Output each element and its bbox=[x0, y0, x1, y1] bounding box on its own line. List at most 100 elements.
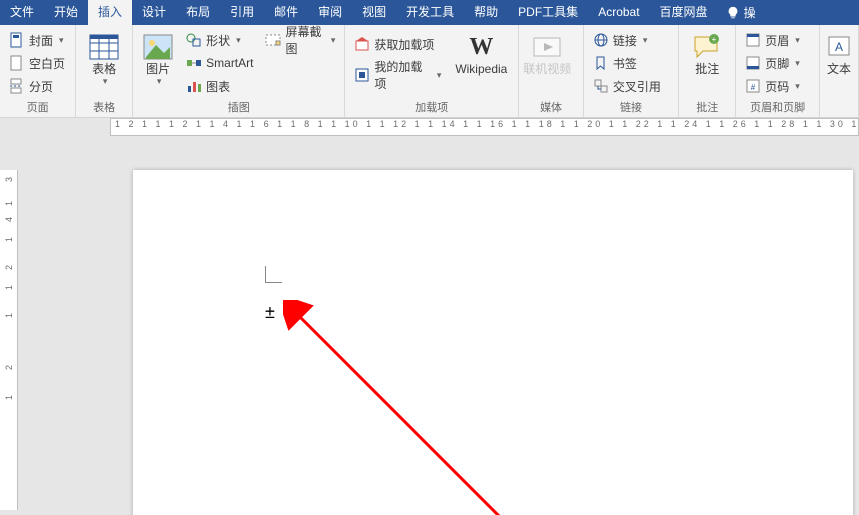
bulb-icon bbox=[726, 6, 740, 20]
group-label-pages: 页面 bbox=[5, 101, 70, 117]
cover-page-icon bbox=[9, 32, 25, 48]
chevron-down-icon: ▾ bbox=[59, 35, 64, 46]
chevron-down-icon: ▾ bbox=[795, 81, 800, 92]
chevron-down-icon: ▾ bbox=[103, 76, 108, 87]
cover-page-label: 封面 bbox=[29, 32, 53, 49]
page-break-button[interactable]: 分页 bbox=[5, 75, 69, 97]
document-text[interactable]: ± bbox=[265, 302, 275, 323]
group-label-illus: 插图 bbox=[138, 101, 339, 117]
horizontal-ruler[interactable]: 1 2 1 1 1 2 1 1 4 1 1 6 1 1 8 1 1 10 1 1… bbox=[110, 118, 859, 136]
header-button[interactable]: 页眉▾ bbox=[741, 29, 804, 51]
chevron-down-icon: ▾ bbox=[331, 35, 336, 46]
group-label-tables: 表格 bbox=[81, 101, 127, 117]
vertical-ruler-ticks: 314 121 121 bbox=[0, 170, 17, 510]
menu-tab-layout[interactable]: 布局 bbox=[176, 0, 220, 25]
annotation-arrow bbox=[283, 300, 633, 515]
chevron-down-icon: ▾ bbox=[795, 58, 800, 69]
group-label-addins: 加载项 bbox=[350, 101, 513, 117]
chevron-down-icon: ▾ bbox=[643, 35, 648, 46]
menu-tab-view[interactable]: 视图 bbox=[352, 0, 396, 25]
page-number-button[interactable]: # 页码 ▾ bbox=[741, 75, 804, 97]
footer-icon bbox=[745, 55, 761, 71]
link-icon bbox=[593, 32, 609, 48]
link-button[interactable]: 链接▾ bbox=[589, 29, 665, 51]
menu-tab-ref[interactable]: 引用 bbox=[220, 0, 264, 25]
chart-button[interactable]: 图表 bbox=[182, 75, 257, 97]
picture-icon bbox=[142, 31, 174, 63]
pictures-label: 图片 bbox=[146, 63, 170, 76]
watermark-main: Baidu 经验 bbox=[743, 464, 849, 489]
page-number-label: 页码 bbox=[765, 78, 789, 95]
smartart-icon bbox=[186, 55, 202, 71]
chart-label: 图表 bbox=[206, 78, 230, 95]
shapes-icon bbox=[186, 32, 202, 48]
wikipedia-button[interactable]: W Wikipedia bbox=[449, 29, 513, 76]
shapes-button[interactable]: 形状 ▾ bbox=[182, 29, 257, 51]
cross-ref-button[interactable]: 交叉引用 bbox=[589, 75, 665, 97]
get-addins-label: 获取加载项 bbox=[374, 36, 434, 53]
smartart-label: SmartArt bbox=[206, 56, 253, 70]
watermark: Baidu 经验 jingyan.baidu.com bbox=[743, 459, 849, 505]
text-box-button[interactable]: A 文本 bbox=[825, 29, 853, 76]
chevron-down-icon: ▾ bbox=[236, 35, 241, 46]
smartart-button[interactable]: SmartArt bbox=[182, 52, 257, 74]
header-label: 页眉 bbox=[765, 32, 789, 49]
chevron-down-icon: ▾ bbox=[157, 76, 162, 87]
svg-text:A: A bbox=[835, 40, 843, 54]
page-break-label: 分页 bbox=[29, 78, 53, 95]
cross-ref-icon bbox=[593, 78, 609, 94]
online-video-button[interactable]: 联机视频 bbox=[524, 29, 570, 76]
page-break-icon bbox=[9, 78, 25, 94]
table-label: 表格 bbox=[92, 63, 116, 76]
group-label-links: 链接 bbox=[589, 101, 673, 117]
menu-bar: 文件 开始 插入 设计 布局 引用 邮件 审阅 视图 开发工具 帮助 PDF工具… bbox=[0, 0, 859, 25]
addins-icon bbox=[354, 67, 370, 83]
bookmark-icon bbox=[593, 55, 609, 71]
tell-me-label: 操 bbox=[744, 4, 756, 21]
comment-button[interactable]: + 批注 bbox=[684, 29, 730, 76]
text-box-label: 文本 bbox=[827, 63, 851, 76]
page-number-icon: # bbox=[745, 78, 761, 94]
cover-page-button[interactable]: 封面 ▾ bbox=[5, 29, 69, 51]
get-addins-button[interactable]: 获取加载项 bbox=[350, 29, 445, 59]
menu-tab-insert[interactable]: 插入 bbox=[88, 0, 132, 25]
blank-page-label: 空白页 bbox=[29, 55, 65, 72]
bookmark-button[interactable]: 书签 bbox=[589, 52, 665, 74]
menu-tab-start[interactable]: 开始 bbox=[44, 0, 88, 25]
menu-tab-acrobat[interactable]: Acrobat bbox=[588, 0, 649, 25]
watermark-sub: jingyan.baidu.com bbox=[743, 491, 849, 505]
menu-tab-help[interactable]: 帮助 bbox=[464, 0, 508, 25]
svg-text:#: # bbox=[751, 83, 756, 92]
video-icon bbox=[531, 31, 563, 63]
table-icon bbox=[88, 31, 120, 63]
header-icon bbox=[745, 32, 761, 48]
my-addins-button[interactable]: 我的加载项▾ bbox=[350, 60, 445, 90]
comment-icon: + bbox=[691, 31, 723, 63]
screenshot-button[interactable]: 屏幕截图▾ bbox=[261, 29, 339, 51]
document-area[interactable]: ± Baidu 经验 jingyan.baidu.com bbox=[20, 137, 859, 515]
screenshot-icon bbox=[265, 32, 281, 48]
shapes-label: 形状 bbox=[206, 32, 230, 49]
footer-button[interactable]: 页脚 ▾ bbox=[741, 52, 804, 74]
tell-me[interactable]: 操 bbox=[718, 4, 764, 21]
online-video-label: 联机视频 bbox=[523, 63, 571, 76]
ruler-ticks: 1 2 1 1 1 2 1 1 4 1 1 6 1 1 8 1 1 10 1 1… bbox=[111, 119, 859, 129]
menu-tab-design[interactable]: 设计 bbox=[132, 0, 176, 25]
footer-label: 页脚 bbox=[765, 55, 789, 72]
chevron-down-icon: ▾ bbox=[437, 70, 442, 81]
menu-tab-pdf[interactable]: PDF工具集 bbox=[508, 0, 588, 25]
menu-file[interactable]: 文件 bbox=[0, 0, 44, 25]
table-button[interactable]: 表格 ▾ bbox=[81, 29, 127, 87]
chart-icon bbox=[186, 78, 202, 94]
vertical-ruler[interactable]: 314 121 121 bbox=[0, 170, 18, 510]
menu-tab-baidu[interactable]: 百度网盘 bbox=[650, 0, 718, 25]
svg-text:+: + bbox=[712, 35, 717, 44]
menu-tab-mail[interactable]: 邮件 bbox=[264, 0, 308, 25]
menu-tab-review[interactable]: 审阅 bbox=[308, 0, 352, 25]
pictures-button[interactable]: 图片 ▾ bbox=[138, 29, 178, 87]
menu-tab-dev[interactable]: 开发工具 bbox=[396, 0, 464, 25]
comment-label: 批注 bbox=[695, 63, 719, 76]
blank-page-icon bbox=[9, 55, 25, 71]
ribbon: 封面 ▾ 空白页 分页 页面 表格 ▾ bbox=[0, 25, 859, 118]
blank-page-button[interactable]: 空白页 bbox=[5, 52, 69, 74]
